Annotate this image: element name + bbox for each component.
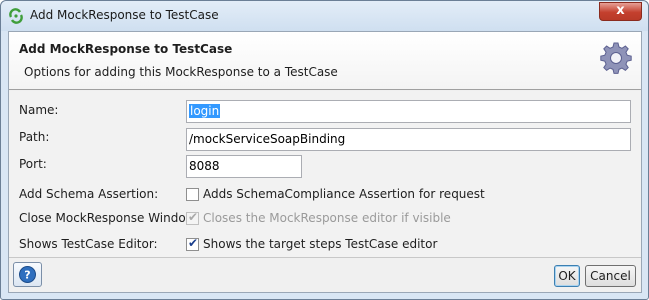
show-editor-checkbox[interactable]: ✔ bbox=[186, 236, 199, 251]
cancel-button[interactable]: Cancel bbox=[585, 265, 636, 287]
schema-assertion-checkbox[interactable] bbox=[186, 188, 199, 201]
path-value: /mockServiceSoapBinding bbox=[189, 132, 346, 146]
name-value: login bbox=[189, 104, 221, 118]
schema-assertion-checkbox-label[interactable]: Adds SchemaCompliance Assertion for requ… bbox=[203, 187, 485, 201]
schema-assertion-label: Add Schema Assertion: bbox=[19, 187, 159, 201]
show-editor-label: Shows TestCase Editor: bbox=[19, 237, 158, 251]
port-label: Port: bbox=[19, 157, 47, 171]
close-button[interactable]: x bbox=[599, 2, 642, 21]
show-editor-checkbox-label[interactable]: Shows the target steps TestCase editor bbox=[203, 237, 437, 251]
checkmark-icon: ✔ bbox=[188, 210, 199, 224]
window-title: Add MockResponse to TestCase bbox=[30, 8, 219, 22]
close-icon: x bbox=[616, 3, 625, 18]
name-field[interactable]: login bbox=[186, 100, 631, 123]
header-subtitle: Options for adding this MockResponse to … bbox=[24, 65, 338, 79]
help-icon: ? bbox=[19, 266, 36, 283]
name-label: Name: bbox=[19, 103, 59, 117]
dialog-footer: ? OK Cancel bbox=[9, 257, 641, 292]
header-title: Add MockResponse to TestCase bbox=[19, 42, 233, 56]
options-form: Name: login Path: /mockServiceSoapBindin… bbox=[9, 91, 641, 257]
checkmark-icon: ✔ bbox=[188, 236, 199, 250]
close-window-label: Close MockResponse Window: bbox=[19, 211, 199, 225]
port-field[interactable]: 8088 bbox=[186, 155, 302, 178]
close-window-checkbox[interactable]: ✔ bbox=[186, 210, 199, 225]
soapui-logo-icon bbox=[9, 8, 23, 24]
gear-icon bbox=[600, 42, 632, 74]
dialog-header: Add MockResponse to TestCase Options for… bbox=[9, 32, 641, 90]
dialog-window: Add MockResponse to TestCase x Add MockR… bbox=[0, 0, 649, 300]
dialog-body: Add MockResponse to TestCase Options for… bbox=[8, 31, 642, 293]
port-value: 8088 bbox=[189, 159, 220, 173]
svg-text:?: ? bbox=[24, 269, 30, 282]
path-label: Path: bbox=[19, 130, 50, 144]
help-button[interactable]: ? bbox=[13, 262, 42, 287]
path-field[interactable]: /mockServiceSoapBinding bbox=[186, 128, 631, 151]
title-bar[interactable]: Add MockResponse to TestCase x bbox=[1, 1, 648, 31]
ok-button[interactable]: OK bbox=[554, 265, 580, 287]
close-window-checkbox-label[interactable]: Closes the MockResponse editor if visibl… bbox=[203, 211, 451, 225]
